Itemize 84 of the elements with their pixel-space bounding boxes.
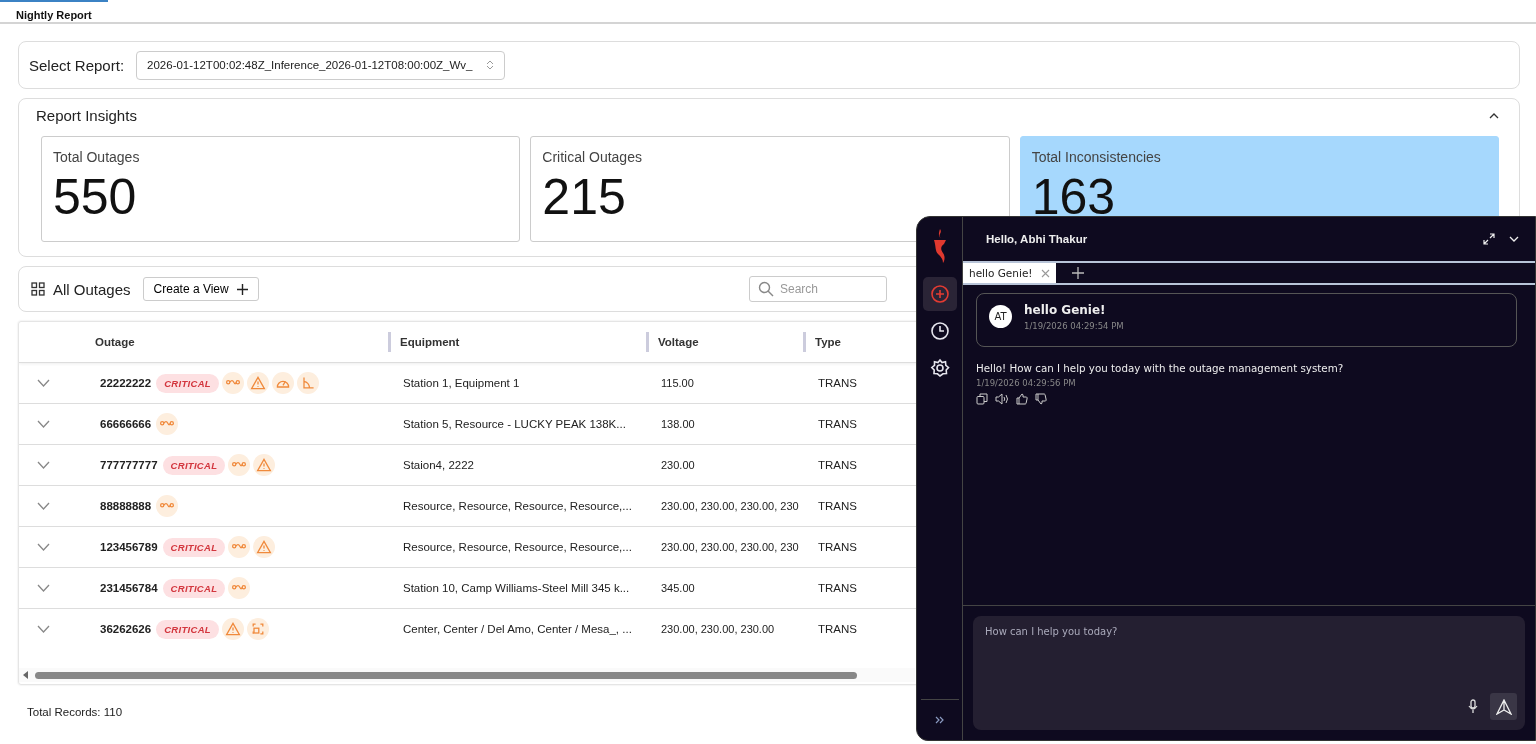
sort-arrows-icon: [486, 60, 495, 70]
critical-badge: CRITICAL: [162, 537, 226, 557]
table-cell-text: TRANS: [817, 582, 857, 594]
expand-icon[interactable]: [1483, 233, 1495, 245]
thumbs-up-icon[interactable]: [1016, 393, 1028, 405]
warning-icon: [253, 536, 276, 558]
column-header[interactable]: Voltage: [658, 336, 699, 348]
column-header[interactable]: Outage: [95, 336, 135, 348]
outage-id: 88888888: [100, 500, 152, 512]
outage-id: 36262626: [100, 623, 152, 635]
search-icon: [758, 281, 774, 297]
greeting: Hello, Abhi Thakur: [986, 233, 1089, 245]
select-report-label: Select Report:: [29, 56, 125, 74]
thumbs-down-icon[interactable]: [1035, 393, 1047, 405]
add-icon[interactable]: [922, 277, 957, 311]
report-dropdown[interactable]: 2026-01-12T00:02:48Z_Inference_2026-01-12T08:00:00Z_Wv_: [136, 50, 506, 80]
total-records: Total Records: 110: [26, 705, 123, 718]
table-cell-text: Staion4, 2222: [402, 459, 474, 471]
table-cell-text: Center, Center / Del Amo, Center / Mesa_, ...: [402, 623, 632, 635]
new-tab-icon[interactable]: [1071, 267, 1084, 279]
copy-icon[interactable]: [976, 393, 988, 405]
critical-badge: CRITICAL: [162, 455, 226, 475]
table-cell-text: 230.00, 230.00, 230.00, 230: [660, 500, 799, 512]
plus-icon: [236, 283, 248, 295]
table-cell-text: Station 10, Camp Williams-Steel Mill 345 k...: [402, 582, 630, 594]
stat-label: Total Inconsistencies: [1031, 149, 1162, 165]
chat-input[interactable]: How can I help you today?: [983, 625, 1487, 638]
warning-icon: [246, 372, 269, 394]
outages-title: All Outages: [53, 280, 131, 298]
column-header[interactable]: Type: [815, 336, 841, 348]
critical-badge: CRITICAL: [156, 373, 219, 393]
outage-id: 231456784: [100, 582, 158, 594]
outage-id: 66666666: [100, 418, 152, 430]
warning-icon: [253, 454, 276, 476]
message-time: 1/19/2026 04:29:56 PM: [976, 378, 1077, 388]
table-cell-text: TRANS: [817, 541, 857, 553]
table-cell-text: 230.00, 230.00, 230.00: [660, 623, 775, 635]
outage-id: 22222222: [100, 377, 152, 389]
send-icon: [1495, 698, 1512, 715]
table-cell-text: TRANS: [817, 500, 857, 512]
table-cell-text: 115.00: [660, 377, 694, 389]
table-cell-text: TRANS: [817, 459, 857, 471]
send-button[interactable]: [1490, 693, 1517, 720]
chat-tab[interactable]: hello Genie!: [963, 263, 1056, 283]
horizontal-scrollbar[interactable]: [19, 668, 915, 682]
table-cell-text: 345.00: [660, 582, 695, 594]
frame-icon: [246, 618, 269, 640]
stat-value: 163: [1031, 169, 1117, 225]
critical-badge: CRITICAL: [162, 578, 226, 598]
table-cell-text: Station 1, Equipment 1: [402, 377, 520, 389]
critical-badge: CRITICAL: [156, 619, 219, 639]
table-cell-text: Resource, Resource, Resource, Resource,...: [402, 500, 632, 512]
outage-id: 777777777: [100, 459, 158, 471]
collapse-icon[interactable]: [1489, 112, 1499, 119]
create-view-button[interactable]: Create a View: [142, 277, 259, 301]
table-cell-text: TRANS: [817, 623, 857, 635]
table-cell-text: 230.00, 230.00, 230.00, 230: [660, 541, 799, 553]
table-cell-text: Station 5, Resource - LUCKY PEAK 138K...: [402, 418, 626, 430]
scroll-left-icon[interactable]: [23, 671, 28, 679]
stat-label: Total Outages: [53, 149, 141, 165]
outage-id: 123456789: [100, 541, 158, 553]
bot-message: Hello! How can I help you today with the outage management system?: [976, 362, 1345, 374]
table-cell-text: TRANS: [817, 377, 857, 389]
expand-sidebar-icon[interactable]: [934, 716, 945, 724]
insights-title: Report Insights: [36, 107, 137, 124]
message-time: 1/19/2026 04:29:54 PM: [1024, 321, 1124, 331]
stat-value: 215: [542, 169, 627, 225]
grid-icon: [31, 282, 45, 296]
table-cell-text: 138.00: [660, 418, 695, 430]
warning-icon: [221, 618, 244, 640]
close-icon[interactable]: [1040, 268, 1050, 278]
table-cell-text: 230.00: [660, 459, 695, 471]
user-avatar: AT: [989, 305, 1012, 328]
stat-label: Critical Outages: [542, 149, 643, 165]
report-tab[interactable]: Nightly Report: [0, 0, 108, 22]
stat-value: 550: [53, 169, 138, 225]
microphone-icon[interactable]: [1468, 699, 1478, 714]
table-cell-text: TRANS: [817, 418, 857, 430]
speaker-icon[interactable]: [995, 393, 1009, 405]
table-cell-text: Resource, Resource, Resource, Resource,...: [402, 541, 632, 553]
gauge-icon: [271, 372, 294, 394]
message-text: hello Genie!: [1024, 303, 1107, 317]
angle-icon: [296, 372, 319, 394]
column-header[interactable]: Equipment: [400, 336, 460, 348]
